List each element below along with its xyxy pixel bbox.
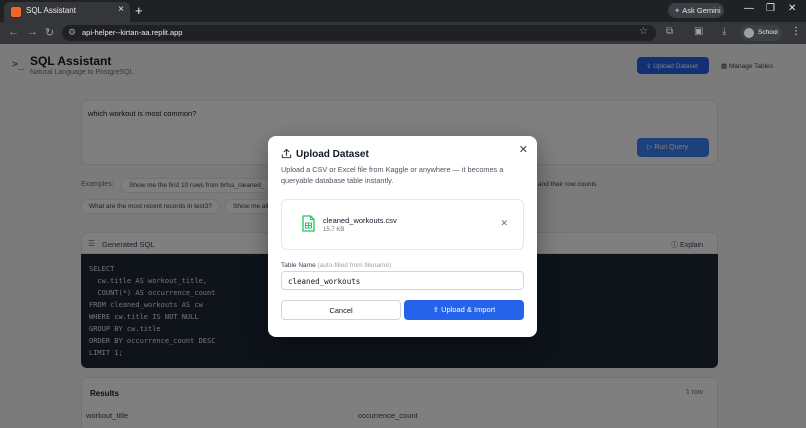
upload-import-label: Upload & Import	[441, 305, 496, 314]
close-icon[interactable]: ✕	[519, 143, 528, 156]
forward-icon[interactable]: →	[27, 26, 38, 38]
new-tab-icon[interactable]: +	[135, 3, 143, 18]
profile-button[interactable]: School	[740, 25, 782, 41]
avatar	[744, 28, 754, 38]
table-name-label-text: Table Name	[281, 262, 316, 269]
bookmark-star-icon[interactable]: ☆	[639, 26, 648, 37]
modal-description: Upload a CSV or Excel file from Kaggle o…	[281, 165, 504, 185]
ask-gemini-button[interactable]: ✦ Ask Gemini	[668, 3, 724, 18]
cancel-button[interactable]: Cancel	[281, 300, 401, 320]
browser-menu-icon[interactable]: ⋮	[791, 26, 801, 37]
table-name-label: Table Name (auto-filled from filename)	[281, 262, 391, 269]
replit-favicon-icon	[11, 7, 21, 17]
restore-icon[interactable]: ❐	[766, 3, 775, 14]
upload-import-button[interactable]: ⇪ Upload & Import	[404, 300, 524, 320]
window-close-icon[interactable]: ✕	[788, 3, 796, 14]
download-icon[interactable]: ⤓	[722, 26, 726, 37]
browser-toolbar: ← → ↻ ⚙ api-helper--kirtan-aa.replit.app…	[0, 22, 806, 44]
file-size: 15.7 KB	[323, 227, 345, 233]
upload-dataset-modal: ✕ Upload Dataset Upload a CSV or Excel f…	[268, 136, 537, 337]
gemini-sparkle-icon: ✦	[674, 6, 681, 15]
selected-file-card: cleaned_workouts.csv 15.7 KB ✕	[281, 199, 524, 250]
extensions-icon[interactable]: ⧉	[666, 26, 673, 37]
tab-search-icon[interactable]: ▣	[694, 26, 703, 37]
file-name: cleaned_workouts.csv	[323, 216, 397, 225]
table-name-input[interactable]: cleaned_workouts	[281, 271, 524, 290]
minimize-icon[interactable]: —	[744, 3, 754, 14]
browser-tab[interactable]: SQL Assistant ×	[4, 2, 130, 22]
url-text: api-helper--kirtan-aa.replit.app	[82, 28, 183, 37]
upload-icon: ⇪	[432, 305, 442, 314]
table-name-hint: (auto-filled from filename)	[317, 262, 392, 269]
gemini-label: Ask Gemini	[682, 6, 721, 15]
spreadsheet-file-icon	[302, 215, 315, 232]
modal-title: Upload Dataset	[296, 149, 369, 160]
browser-tab-bar: SQL Assistant × + ✦ Ask Gemini — ❐ ✕	[0, 0, 806, 22]
back-icon[interactable]: ←	[8, 26, 19, 38]
profile-label: School	[758, 29, 778, 36]
site-info-icon[interactable]: ⚙	[68, 27, 76, 38]
remove-file-icon[interactable]: ✕	[500, 218, 508, 229]
tab-title: SQL Assistant	[26, 6, 76, 15]
reload-icon[interactable]: ↻	[45, 26, 54, 39]
close-tab-icon[interactable]: ×	[118, 4, 124, 15]
upload-icon	[281, 148, 292, 159]
address-bar[interactable]: ⚙ api-helper--kirtan-aa.replit.app ☆	[62, 25, 656, 41]
